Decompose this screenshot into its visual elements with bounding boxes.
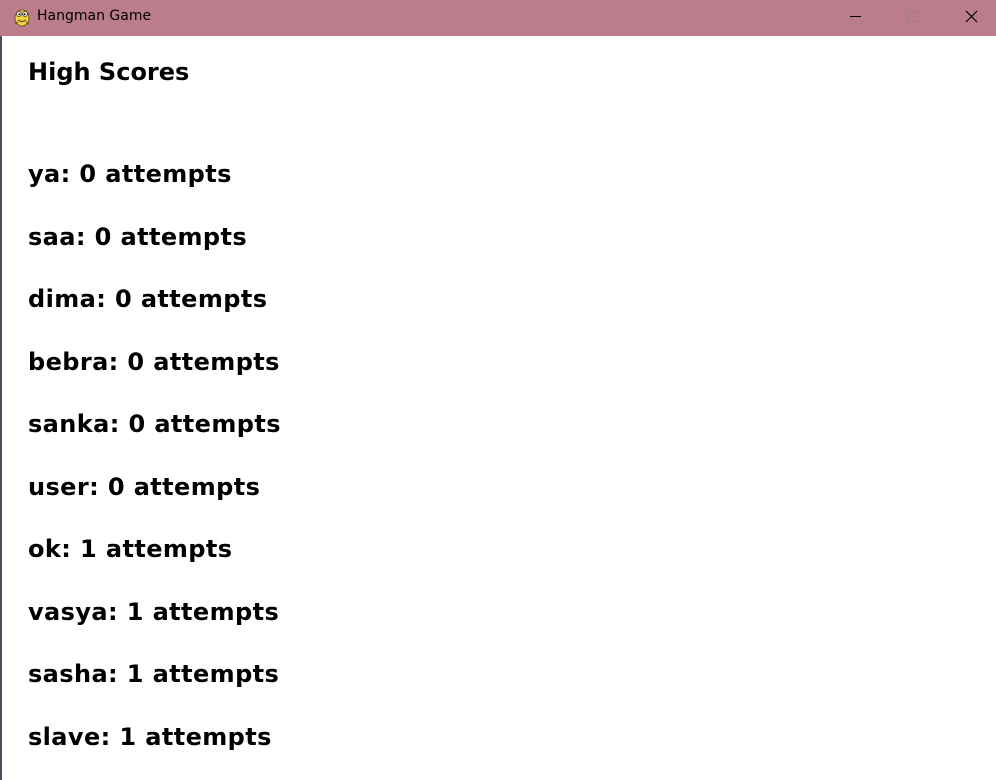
maximize-icon — [908, 11, 919, 22]
close-button[interactable] — [942, 0, 996, 36]
score-entry: ya: 0 attempts — [28, 160, 232, 188]
high-score-list: ya: 0 attempts saa: 0 attempts dima: 0 a… — [28, 157, 281, 780]
score-entry: dima: 0 attempts — [28, 285, 268, 313]
score-entry: sasha: 1 attempts — [28, 660, 280, 688]
close-icon — [965, 10, 978, 23]
score-entry: sanka: 0 attempts — [28, 410, 281, 438]
title-bar[interactable]: Hangman Game — [0, 0, 996, 36]
game-canvas: High Scores ya: 0 attempts saa: 0 attemp… — [0, 36, 996, 780]
score-entry: saa: 0 attempts — [28, 222, 248, 251]
score-entry: ok: 1 attempts — [28, 535, 233, 563]
minimize-icon — [850, 16, 861, 17]
pygame-snake-icon — [12, 6, 32, 28]
window-title: Hangman Game — [37, 8, 152, 24]
score-entry: bebra: 0 attempts — [28, 347, 280, 376]
minimize-button[interactable] — [826, 0, 884, 36]
score-entry: user: 0 attempts — [28, 472, 261, 501]
page-title: High Scores — [28, 58, 190, 86]
score-entry: vasya: 1 attempts — [28, 597, 280, 626]
app-window: Hangman Game High Scores ya: 0 attempts … — [0, 0, 996, 780]
score-entry: slave: 1 attempts — [28, 722, 272, 751]
maximize-button[interactable] — [884, 0, 942, 36]
